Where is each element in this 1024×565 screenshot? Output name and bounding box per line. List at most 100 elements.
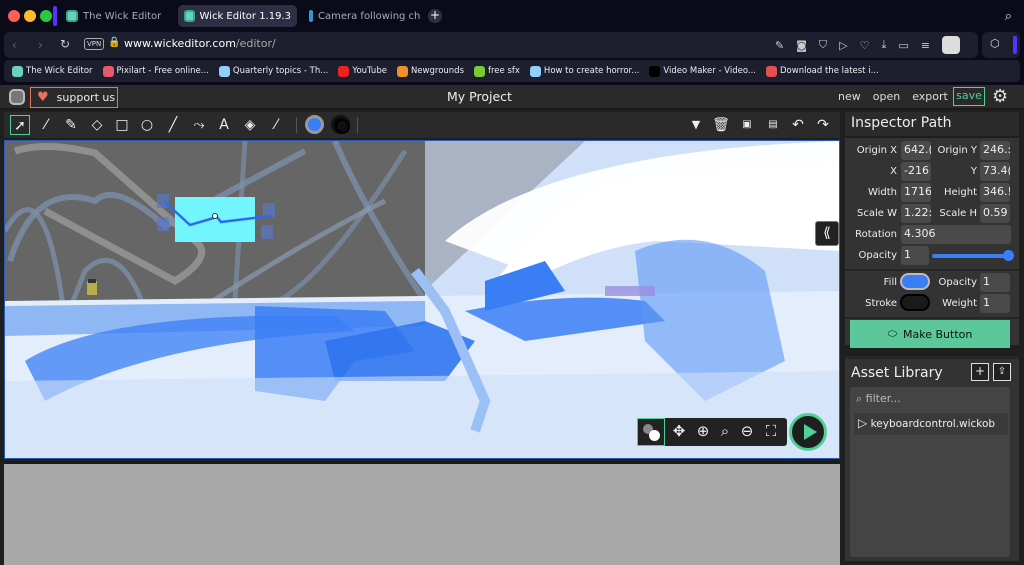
paste-button[interactable]: ▤ [763,115,783,135]
stroke-color-picker[interactable] [331,115,350,134]
redo-button[interactable]: ↷ [813,115,833,135]
bookmark-item[interactable]: Newgrounds [396,65,464,77]
x-input[interactable]: -216 [901,162,931,181]
reload-icon[interactable]: ↻ [60,37,70,51]
bookmark-item[interactable]: The Wick Editor [12,65,93,77]
profile-avatar[interactable] [942,36,960,54]
back-icon[interactable]: ‹ [12,38,17,52]
scale-h-input[interactable]: 0.59 [980,204,1010,223]
bookmark-label: YouTube [352,66,387,76]
stroke-swatch[interactable] [900,294,930,311]
edit-icon[interactable]: ✎ [775,39,784,52]
export-asset-button[interactable]: ⇪ [993,363,1011,381]
wick-logo-icon[interactable] [9,89,25,105]
zoom-out-button[interactable]: ⊖ [737,422,757,440]
zoom-in-button[interactable]: ⊕ [693,422,713,440]
selection-handle[interactable] [157,217,169,231]
open-button[interactable]: open [873,90,900,103]
close-window-button[interactable] [8,10,20,22]
text-tool[interactable]: A [214,115,234,135]
brush-tool[interactable]: ⁄ [36,115,56,135]
fill-bucket-tool[interactable]: ◈ [240,115,260,135]
make-button-button[interactable]: ⬭ Make Button [850,320,1010,348]
pencil-tool[interactable]: ✎ [61,115,81,135]
asset-item[interactable]: ▷ keyboardcontrol.wickob [854,413,1008,435]
asset-filter-input[interactable]: ⌕ filter... [856,392,901,406]
undo-button[interactable]: ↶ [788,115,808,135]
bookmark-item[interactable]: YouTube [338,65,387,77]
bookmark-item[interactable]: Download the latest i... [766,65,879,77]
maximize-window-button[interactable] [40,10,52,22]
vpn-badge[interactable]: VPN [84,38,105,50]
bookmark-item[interactable]: Quarterly topics - Th... [218,65,329,77]
minimize-window-button[interactable] [24,10,36,22]
opacity-input[interactable]: 1 [901,246,929,265]
bookmark-item[interactable]: free sfx [474,65,520,77]
fill-color-picker[interactable] [305,115,324,134]
support-us-button[interactable]: ♥ support us [30,87,118,108]
y-input[interactable]: 73.4( [980,162,1010,181]
line-tool[interactable]: ╱ [163,115,183,135]
weight-input[interactable]: 1 [980,294,1010,313]
collapse-inspector-button[interactable]: ⟪ [815,221,839,246]
bookmark-item[interactable]: Video Maker - Video... [649,65,756,77]
origin-x-input[interactable]: 642.( [901,141,931,160]
camera-icon[interactable]: ◙ [796,39,807,52]
origin-point[interactable] [212,213,218,219]
heart-icon[interactable]: ♡ [860,39,870,52]
eraser-tool[interactable]: ◇ [87,115,107,135]
send-icon[interactable]: ▷ [839,39,847,52]
rectangle-tool[interactable]: □ [112,115,132,135]
copy-button[interactable]: ▣ [737,115,757,135]
tab-the-wick-editor[interactable]: The Wick Editor [60,5,175,27]
onion-skin-button[interactable] [637,418,665,446]
more-options-dropdown[interactable]: ▼ [686,115,706,135]
battery-icon[interactable]: ▭ [898,39,908,52]
download-icon[interactable]: ⤓ [882,38,887,52]
pan-button[interactable]: ✥ [669,422,689,440]
play-button[interactable] [789,413,827,451]
new-button[interactable]: new [838,90,861,103]
url-text[interactable]: www.wickeditor.com/editor/ [124,37,276,50]
fill-opacity-input[interactable]: 1 [980,273,1010,292]
cursor-tool[interactable]: ➚ [10,115,30,135]
add-asset-button[interactable]: + [971,363,989,381]
origin-y-input[interactable]: 246.: [980,141,1010,160]
bookmark-item[interactable]: How to create horror... [529,65,639,77]
selection-handle[interactable] [261,225,273,239]
fill-swatch[interactable] [900,273,930,290]
bookmark-item[interactable]: Pixilart - Free online... [102,65,209,77]
player-character[interactable] [87,281,97,295]
forward-icon[interactable]: › [38,38,43,52]
canvas-artwork [5,141,839,458]
save-button[interactable]: save [953,87,985,106]
bookmark-label: Quarterly topics - Th... [232,66,329,76]
eyedropper-tool[interactable]: ⁄ [266,115,286,135]
menu-icon[interactable]: ≡ [921,39,930,52]
selection-handle[interactable] [157,194,169,208]
height-input[interactable]: 346.! [980,183,1010,202]
zoom-button[interactable]: ⌕ [715,422,735,440]
width-input[interactable]: 1716 [901,183,931,202]
selection-handle[interactable] [263,203,275,217]
scale-w-input[interactable]: 1.22: [901,204,931,223]
ellipse-tool[interactable]: ○ [137,115,157,135]
timeline-panel[interactable] [4,461,840,565]
project-title[interactable]: My Project [447,89,512,104]
gear-icon[interactable]: ⚙ [992,86,1008,107]
rotation-input[interactable]: 4.306 [901,225,1011,244]
canvas[interactable]: ⟪ [4,140,840,459]
opacity-slider-handle[interactable] [1003,250,1014,261]
search-icon[interactable]: ⌕ [1005,9,1012,24]
tab-camera-following[interactable]: Camera following charac [303,5,421,27]
cube-extension-button[interactable]: ⬡ [982,32,1020,58]
new-tab-button[interactable]: + [428,9,442,23]
delete-button[interactable]: 🗑 [711,115,731,135]
tab-wick-editor-1193[interactable]: Wick Editor 1.19.3 [178,5,297,27]
export-button[interactable]: export [912,90,948,103]
recenter-button[interactable]: ⛶ [761,422,781,440]
shield-icon[interactable]: ⛉ [819,38,827,52]
path-cursor-tool[interactable]: ⤳ [189,115,209,135]
opacity-slider-track[interactable] [932,254,1005,258]
address-bar[interactable]: ‹ › ↻ VPN 🔒 www.wickeditor.com/editor/ ✎… [4,32,978,58]
